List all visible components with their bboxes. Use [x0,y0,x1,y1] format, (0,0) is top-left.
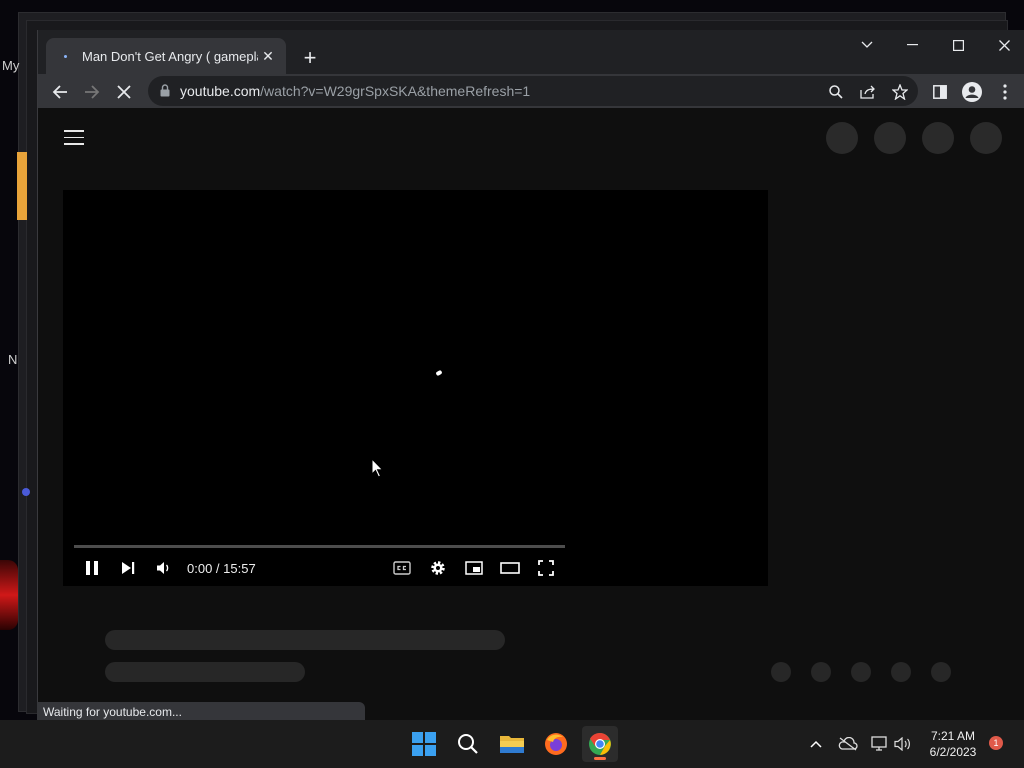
tab-close-icon[interactable]: ✕ [258,46,278,66]
video-player[interactable]: 0:00 / 15:57 [63,190,768,586]
loading-spinner [435,369,443,377]
browser-window: Man Don't Get Angry ( gameplay ✕ + youtu [37,30,1024,720]
bookmark-star-icon[interactable] [889,81,911,103]
chevron-up-icon[interactable] [805,733,827,755]
clock-time: 7:21 AM [930,729,976,743]
status-bubble: Waiting for youtube.com... [37,702,365,721]
next-video-icon[interactable] [112,554,144,582]
close-window-button[interactable] [981,30,1024,60]
url-path: /watch?v=W29grSpxSKA&themeRefresh=1 [260,83,531,99]
fullscreen-icon[interactable] [530,554,562,582]
captions-icon[interactable] [386,554,418,582]
onedrive-offline-icon[interactable] [837,733,859,755]
title-placeholder [105,630,505,650]
tab-title: Man Don't Get Angry ( gameplay [82,48,258,64]
address-bar[interactable]: youtube.com/watch?v=W29grSpxSKA&themeRef… [148,76,918,106]
tab-search-icon[interactable] [844,30,890,60]
loading-favicon-icon [60,51,70,61]
subtitle-placeholder [105,662,305,682]
system-clock[interactable]: 7:21 AM 6/2/2023 [922,728,984,760]
action-placeholder-2 [811,662,831,682]
desktop-wallpaper-glow [0,560,18,630]
theater-mode-icon[interactable] [494,554,526,582]
url-domain: youtube.com [180,83,261,99]
desktop-label-2: N [8,352,18,367]
pause-icon[interactable] [76,554,108,582]
menu-hamburger-icon[interactable] [64,130,84,146]
maximize-button[interactable] [935,30,981,60]
new-tab-button[interactable]: + [296,44,324,72]
desktop-label-1: My [2,58,20,73]
url-text[interactable]: youtube.com/watch?v=W29grSpxSKA&themeRef… [180,83,530,99]
desktop-dot [22,488,30,496]
tab-youtube[interactable]: Man Don't Get Angry ( gameplay ✕ [46,38,286,74]
youtube-page: 0:00 / 15:57 [38,108,1024,720]
share-icon[interactable] [857,81,879,103]
action-placeholder-4 [891,662,911,682]
forward-arrow-icon[interactable] [78,78,106,106]
notification-badge[interactable]: 1 [989,736,1003,750]
tab-strip: Man Don't Get Angry ( gameplay ✕ + [38,30,1024,74]
stop-loading-icon[interactable] [110,78,138,106]
chrome-icon[interactable] [582,726,618,762]
network-icon[interactable] [869,733,891,755]
action-placeholder-3 [851,662,871,682]
search-icon[interactable] [450,726,486,762]
side-panel-icon[interactable] [926,78,954,106]
progress-bar[interactable] [74,545,565,548]
firefox-icon[interactable] [538,726,574,762]
lock-icon[interactable] [160,84,170,97]
header-placeholder-4 [970,122,1002,154]
header-placeholder-3 [922,122,954,154]
clock-date: 6/2/2023 [929,745,977,759]
profile-avatar-icon[interactable] [958,78,986,106]
miniplayer-icon[interactable] [458,554,490,582]
header-placeholder-1 [826,122,858,154]
mouse-cursor-icon [371,458,384,478]
video-timecode: 0:00 / 15:57 [187,561,256,576]
minimize-button[interactable] [889,30,935,60]
taskbar: 7:21 AM 6/2/2023 1 [0,720,1024,768]
browser-toolbar: youtube.com/watch?v=W29grSpxSKA&themeRef… [38,74,1024,108]
windows-start-icon[interactable] [406,726,442,762]
more-menu-icon[interactable] [991,78,1019,106]
desktop-window-edge [17,152,27,220]
speaker-icon[interactable] [892,733,914,755]
settings-gear-icon[interactable] [422,554,454,582]
action-placeholder-1 [771,662,791,682]
header-placeholder-2 [874,122,906,154]
search-icon[interactable] [825,81,847,103]
volume-icon[interactable] [148,554,180,582]
active-app-indicator [594,757,606,760]
file-explorer-icon[interactable] [494,726,530,762]
action-placeholder-5 [931,662,951,682]
back-arrow-icon[interactable] [46,78,74,106]
